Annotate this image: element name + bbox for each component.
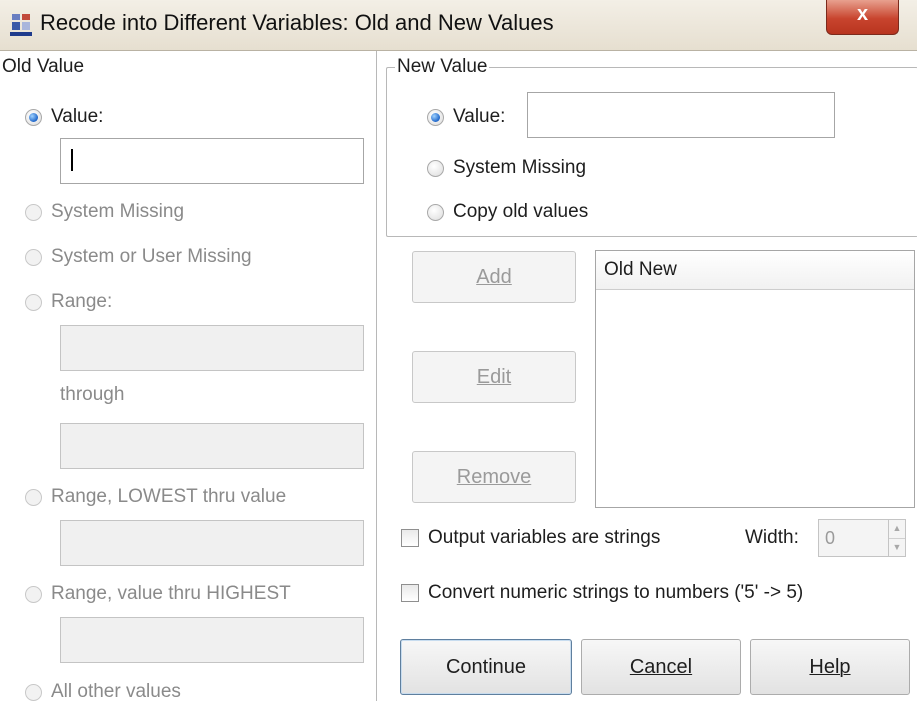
- cancel-button[interactable]: Cancel: [581, 639, 741, 695]
- help-button-label: Help: [809, 655, 851, 678]
- old-value-radio-range-lowest[interactable]: Range, LOWEST thru value: [25, 486, 286, 508]
- old-value-group-label: Old Value: [0, 56, 87, 78]
- panel-divider: [376, 51, 377, 701]
- new-value-radio-system-missing[interactable]: System Missing: [427, 157, 586, 179]
- new-value-group-label: New Value: [395, 56, 490, 78]
- old-value-radio-range-label: Range:: [51, 291, 113, 312]
- old-value-radio-system-user-missing-label: System or User Missing: [51, 246, 252, 267]
- edit-button[interactable]: Edit: [412, 351, 576, 403]
- new-value-radio-copy-old-label: Copy old values: [453, 201, 589, 222]
- convert-numeric-checkbox[interactable]: [401, 584, 419, 602]
- new-value-radio-system-missing-label: System Missing: [453, 157, 587, 178]
- old-value-radio-system-missing-label: System Missing: [51, 201, 185, 222]
- title-bar: Recode into Different Variables: Old and…: [0, 0, 917, 51]
- add-button[interactable]: Add: [412, 251, 576, 303]
- width-label: Width:: [745, 527, 799, 548]
- old-value-radio-system-missing[interactable]: System Missing: [25, 201, 184, 223]
- spinner-up-icon[interactable]: ▲: [889, 520, 905, 538]
- new-value-radio-copy-old[interactable]: Copy old values: [427, 201, 588, 223]
- new-value-radio-value[interactable]: Value:: [427, 106, 505, 128]
- old-value-radio-all-other[interactable]: All other values: [25, 681, 181, 703]
- range-to-input[interactable]: [60, 423, 364, 469]
- continue-button[interactable]: Continue: [400, 639, 572, 695]
- width-spinner[interactable]: 0 ▲ ▼: [818, 519, 906, 557]
- window-title: Recode into Different Variables: Old and…: [40, 10, 554, 35]
- new-value-input[interactable]: [527, 92, 835, 138]
- old-new-list[interactable]: Old New: [595, 250, 915, 508]
- range-from-input[interactable]: [60, 325, 364, 371]
- add-button-label: Add: [476, 265, 512, 288]
- text-caret: [71, 149, 73, 171]
- spss-app-icon: [10, 14, 32, 36]
- width-value: 0: [825, 528, 836, 548]
- spinner-arrows[interactable]: ▲ ▼: [888, 520, 905, 556]
- close-icon: x: [856, 3, 869, 25]
- output-strings-label: Output variables are strings: [428, 527, 661, 548]
- radio-unselected-icon: [25, 683, 42, 701]
- new-value-radio-value-label: Value:: [453, 106, 506, 127]
- radio-unselected-icon: [25, 293, 42, 311]
- through-label: through: [60, 384, 125, 405]
- old-value-radio-system-user-missing[interactable]: System or User Missing: [25, 246, 252, 268]
- radio-unselected-icon: [25, 248, 42, 266]
- range-highest-input[interactable]: [60, 617, 364, 663]
- old-value-radio-value[interactable]: Value:: [25, 106, 103, 128]
- dialog-body: Old Value Value: System Missing System o…: [0, 51, 917, 703]
- remove-button-label: Remove: [456, 465, 532, 488]
- radio-selected-icon: [427, 108, 444, 126]
- radio-unselected-icon: [25, 488, 42, 506]
- old-new-list-header: Old New: [596, 251, 914, 290]
- radio-unselected-icon: [427, 203, 444, 221]
- radio-selected-icon: [25, 108, 42, 126]
- help-button[interactable]: Help: [750, 639, 910, 695]
- old-value-radio-range-highest[interactable]: Range, value thru HIGHEST: [25, 583, 291, 605]
- output-strings-checkbox[interactable]: [401, 529, 419, 547]
- remove-button[interactable]: Remove: [412, 451, 576, 503]
- old-value-input[interactable]: [60, 138, 364, 184]
- old-value-radio-range-highest-label: Range, value thru HIGHEST: [51, 583, 291, 604]
- close-button[interactable]: x: [826, 0, 899, 35]
- continue-button-label: Continue: [445, 655, 527, 678]
- old-value-radio-range[interactable]: Range:: [25, 291, 112, 313]
- spinner-down-icon[interactable]: ▼: [889, 537, 905, 557]
- convert-numeric-label: Convert numeric strings to numbers ('5' …: [428, 582, 804, 603]
- radio-unselected-icon: [25, 585, 42, 603]
- edit-button-label: Edit: [476, 365, 512, 388]
- old-value-radio-value-label: Value:: [51, 106, 104, 127]
- output-strings-checkbox-row[interactable]: Output variables are strings: [401, 527, 660, 549]
- radio-unselected-icon: [25, 203, 42, 221]
- range-lowest-input[interactable]: [60, 520, 364, 566]
- cancel-button-label: Cancel: [629, 655, 693, 678]
- convert-numeric-checkbox-row[interactable]: Convert numeric strings to numbers ('5' …: [401, 582, 803, 604]
- radio-unselected-icon: [427, 159, 444, 177]
- old-value-radio-all-other-label: All other values: [51, 681, 181, 702]
- old-value-radio-range-lowest-label: Range, LOWEST thru value: [51, 486, 287, 507]
